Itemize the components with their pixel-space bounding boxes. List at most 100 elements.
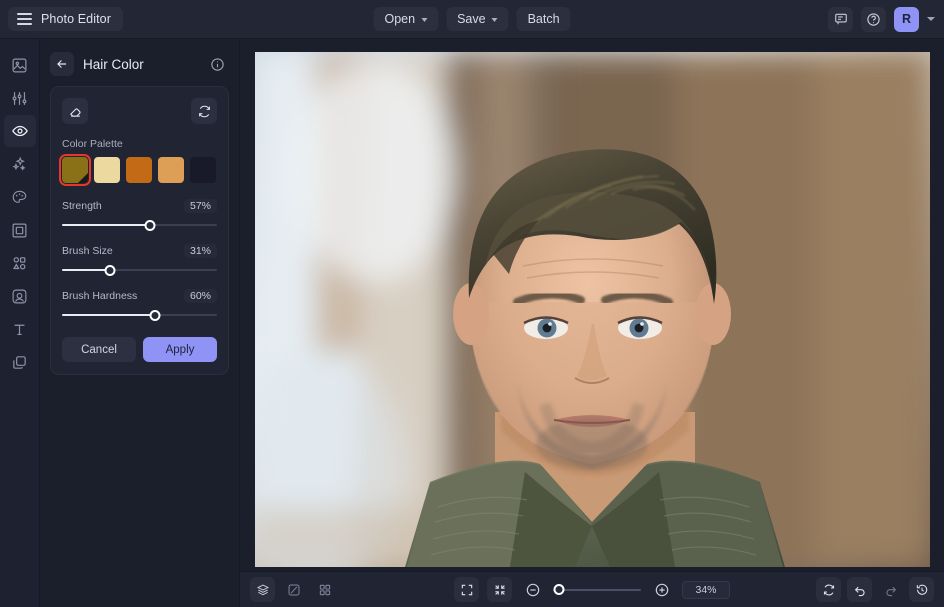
rail-item-portrait[interactable] [4,280,36,312]
fit-to-screen-icon [460,583,474,597]
batch-button[interactable]: Batch [517,7,571,31]
color-swatch-fill [94,157,120,183]
slider-brush-size: Brush Size 31% [62,244,217,276]
eraser-tool-button[interactable] [62,98,88,124]
hamburger-icon [17,13,32,25]
rail-item-layers[interactable] [4,346,36,378]
chevron-down-icon [421,18,427,22]
help-button[interactable] [861,7,886,32]
color-swatch-4[interactable] [190,157,216,183]
apply-button[interactable]: Apply [143,337,217,362]
rail-item-effects[interactable] [4,148,36,180]
redo-button[interactable] [878,577,903,602]
panel-header: Hair Color [50,49,229,86]
slider-brush-size-track[interactable] [62,264,217,276]
canvas-stage[interactable] [240,39,944,571]
zoom-out-icon [525,582,541,598]
account-chevron-down-icon[interactable] [927,17,935,21]
app-title: Photo Editor [41,12,111,26]
panel-title: Hair Color [83,57,198,72]
color-swatch-0[interactable] [62,157,88,183]
zoom-controls-group: 34% [454,577,730,602]
color-swatch-2[interactable] [126,157,152,183]
hair-color-card: Color Palette Strength 57% [50,86,229,375]
rail-item-image[interactable] [4,49,36,81]
slider-strength-thumb[interactable] [145,220,156,231]
eye-icon [11,122,29,140]
tool-rail [0,39,40,607]
slider-brush-size-label: Brush Size [62,245,113,257]
avatar-initial: R [902,12,911,26]
arrow-left-icon [55,57,69,71]
slider-strength-header: Strength 57% [62,199,217,213]
fullscreen-button[interactable] [487,577,512,602]
bottom-toolbar: 34% [240,571,944,607]
frame-icon [11,222,28,239]
slider-brush-hardness-header: Brush Hardness 60% [62,289,217,303]
photo-editor-app: Photo Editor Open Save Batch [0,0,944,607]
collapse-arrows-icon [493,583,507,597]
slider-brush-hardness-thumb[interactable] [150,310,161,321]
comment-button[interactable] [828,7,853,32]
color-swatch-fill [62,157,88,183]
undo-icon [853,583,867,597]
chevron-down-icon [492,18,498,22]
card-tool-row [62,98,217,124]
slider-strength-label: Strength [62,200,102,212]
save-button[interactable]: Save [446,7,509,31]
fit-to-screen-button[interactable] [454,577,479,602]
slider-strength-track[interactable] [62,219,217,231]
reset-hair-color-button[interactable] [191,98,217,124]
refresh-icon [197,104,212,119]
undo-button[interactable] [847,577,872,602]
portrait-photo [255,52,930,567]
portrait-retouch-icon [11,288,28,305]
batch-label: Batch [528,12,560,26]
grid-button[interactable] [312,577,337,602]
layers-icon [256,583,270,597]
slider-brush-size-header: Brush Size 31% [62,244,217,258]
slider-brush-hardness-track[interactable] [62,309,217,321]
rail-item-color-palette[interactable] [4,181,36,213]
app-menu-button[interactable]: Photo Editor [8,7,123,31]
compare-button[interactable] [281,577,306,602]
main-body: Hair Color [0,39,944,607]
cancel-button[interactable]: Cancel [62,337,136,362]
view-tools-group [250,577,337,602]
adjustments-sliders-icon [11,90,28,107]
text-icon [11,321,28,338]
color-swatch-1[interactable] [94,157,120,183]
zoom-out-button[interactable] [520,577,545,602]
color-swatch-fill [126,157,152,183]
user-avatar[interactable]: R [894,7,919,32]
grid-icon [318,583,332,597]
zoom-in-button[interactable] [649,577,674,602]
account-actions-group: R [828,7,935,32]
compare-split-icon [287,583,301,597]
tool-options-panel: Hair Color [40,39,240,607]
panel-info-button[interactable] [207,54,227,74]
layers-button[interactable] [250,577,275,602]
file-actions-group: Open Save Batch [373,7,570,31]
reset-view-button[interactable] [816,577,841,602]
history-button[interactable] [909,577,934,602]
zoom-level-value[interactable]: 34% [682,581,730,599]
zoom-slider-thumb[interactable] [554,584,565,595]
color-swatch-fill [158,157,184,183]
rail-item-frame[interactable] [4,214,36,246]
zoom-track-background [553,589,641,591]
panel-back-button[interactable] [50,52,74,76]
zoom-slider[interactable] [553,584,641,596]
photo-canvas[interactable] [255,52,930,567]
track-fill [62,224,150,227]
open-button[interactable]: Open [373,7,438,31]
color-swatch-3[interactable] [158,157,184,183]
rail-item-text[interactable] [4,313,36,345]
history-actions-group [816,577,934,602]
rail-item-shapes[interactable] [4,247,36,279]
slider-brush-size-thumb[interactable] [105,265,116,276]
rail-item-adjustments[interactable] [4,82,36,114]
slider-brush-size-value: 31% [184,244,217,258]
layers-stack-icon [11,354,28,371]
rail-item-retouch-eye[interactable] [4,115,36,147]
